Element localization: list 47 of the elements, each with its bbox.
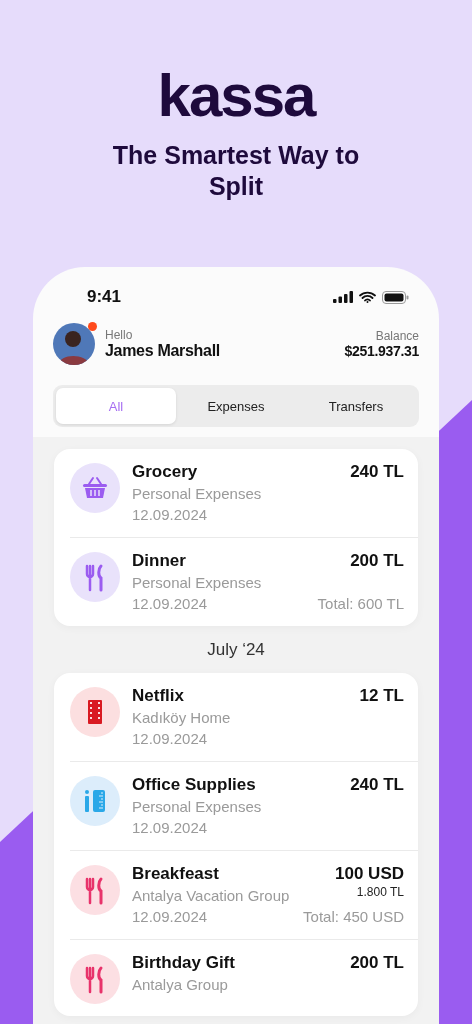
transaction-group: Antalya Vacation Group bbox=[132, 885, 290, 906]
balance-amount: $251.937.31 bbox=[344, 343, 419, 359]
total-amount: Total: 450 USD bbox=[303, 907, 404, 927]
total-amount: Total: 600 TL bbox=[317, 594, 404, 614]
transaction-row[interactable]: Grocery Personal Expenses 12.09.2024 240 TL bbox=[70, 449, 418, 537]
transaction-row[interactable]: Office Supplies Personal Expenses 12.09.2024 240 TL bbox=[70, 761, 418, 850]
balance-label: Balance bbox=[375, 329, 419, 343]
transaction-group: Personal Expenses bbox=[132, 572, 262, 593]
transaction-date: 12.09.2024 bbox=[132, 907, 208, 927]
transaction-amount: 240 TL bbox=[350, 461, 404, 483]
transaction-row[interactable]: Netflix Kadıköy Home 12.09.2024 12 TL bbox=[70, 673, 418, 761]
transaction-amount: 200 TL bbox=[350, 550, 404, 572]
app-logo: kassa bbox=[157, 66, 315, 126]
avatar[interactable] bbox=[53, 323, 95, 365]
converted-amount: 1.800 TL bbox=[356, 885, 404, 899]
transaction-title: Grocery bbox=[132, 461, 198, 483]
filter-tab[interactable]: Expenses bbox=[176, 388, 296, 424]
signal-icon bbox=[333, 291, 353, 303]
tagline: The Smartest Way to Split bbox=[111, 140, 361, 201]
greeting: Hello bbox=[105, 328, 133, 342]
transaction-group: Personal Expenses bbox=[132, 796, 262, 817]
transaction-row[interactable]: Breakfeast Antalya Vacation Group 12.09.2024 100 USD 1.800 TL Total: 450 USD bbox=[70, 850, 418, 939]
user-name: James Marshall bbox=[105, 342, 220, 360]
filter-tab[interactable]: All bbox=[56, 388, 176, 424]
transaction-date: 12.09.2024 bbox=[132, 594, 208, 614]
transaction-group: Antalya Group bbox=[132, 974, 228, 995]
transaction-title: Breakfeast bbox=[132, 863, 219, 885]
month-heading: July ‘24 bbox=[206, 639, 266, 661]
transaction-row[interactable]: Birthday Gift Antalya Group 200 TL bbox=[70, 939, 418, 1016]
transaction-date: 12.09.2024 bbox=[132, 818, 208, 838]
transaction-amount: 100 USD bbox=[335, 863, 404, 885]
transaction-title: Dinner bbox=[132, 550, 186, 572]
battery-icon bbox=[382, 290, 409, 304]
transaction-amount: 200 TL bbox=[350, 952, 404, 974]
transaction-date: 12.09.2024 bbox=[132, 729, 208, 749]
wifi-icon bbox=[359, 291, 376, 303]
transaction-date: 12.09.2024 bbox=[132, 505, 208, 525]
transaction-group: Kadıköy Home bbox=[132, 707, 231, 728]
transaction-title: Office Supplies bbox=[132, 774, 256, 796]
transaction-amount: 240 TL bbox=[350, 774, 404, 796]
filter-tab[interactable]: Transfers bbox=[296, 388, 416, 424]
transaction-title: Birthday Gift bbox=[132, 952, 235, 974]
transaction-row[interactable]: Dinner Personal Expenses 12.09.2024 200 TL Total: 600 TL bbox=[70, 537, 418, 626]
transaction-title: Netflix bbox=[132, 685, 184, 707]
status-time: 9:41 bbox=[87, 287, 122, 307]
transaction-amount: 12 TL bbox=[359, 685, 404, 707]
transaction-group: Personal Expenses bbox=[132, 483, 262, 504]
